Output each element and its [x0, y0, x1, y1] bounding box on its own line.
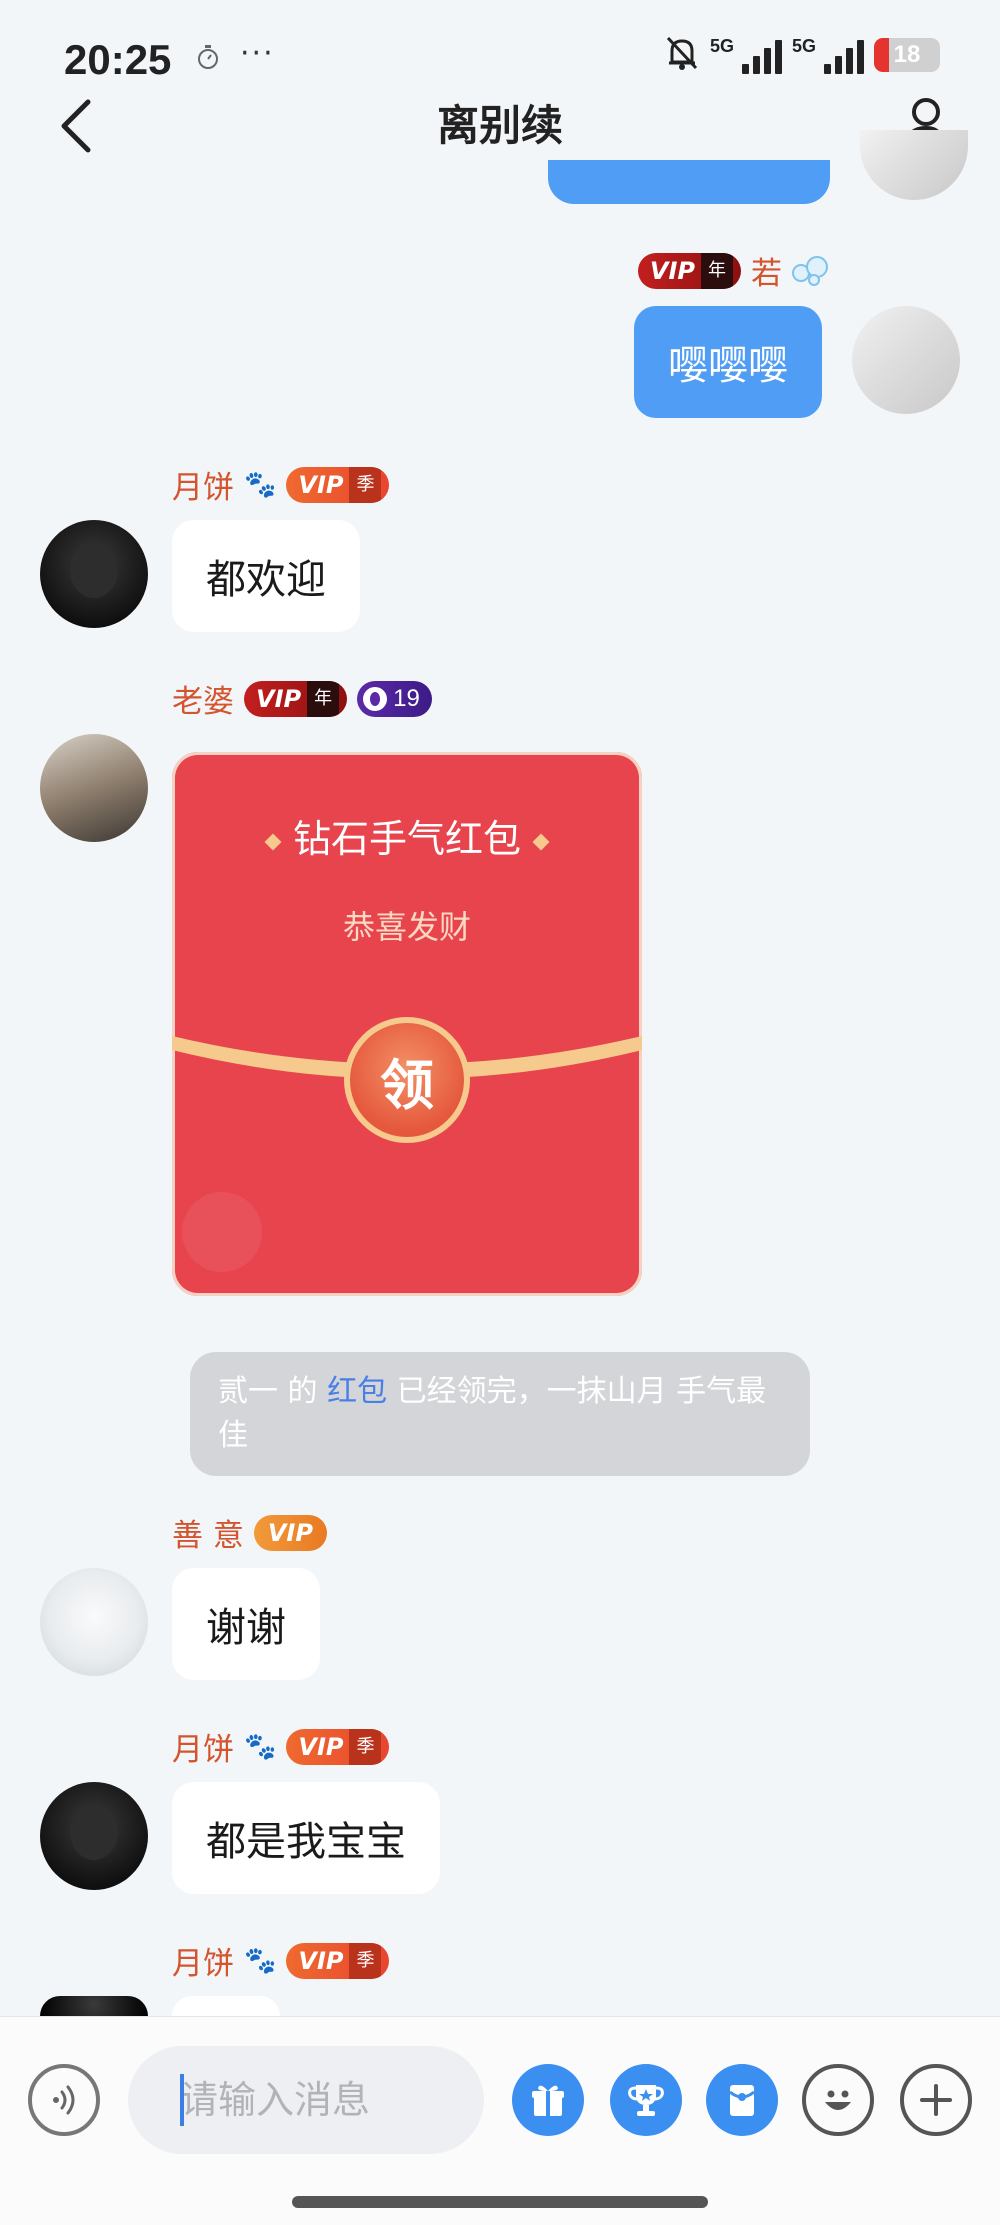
home-indicator[interactable]	[292, 2196, 708, 2208]
emoji-icon	[825, 2090, 851, 2110]
sender-name-row: 月饼 🐾 VIP 季	[172, 462, 390, 507]
vip-badge: VIP 季	[286, 1728, 390, 1765]
bubbles-icon	[792, 254, 830, 288]
chat-title: 离别续	[436, 101, 563, 150]
sender-name[interactable]: 月饼	[172, 1724, 234, 1769]
message-bubble[interactable]: 谢谢	[172, 1568, 320, 1680]
message-bubble[interactable]	[172, 1996, 280, 2016]
diamond-icon	[532, 833, 550, 850]
red-packet-icon	[729, 2085, 755, 2116]
vip-tier: 季	[349, 1728, 382, 1765]
red-packet-title-row: 钻石手气红包	[172, 808, 642, 863]
red-packet-card[interactable]: 钻石手气红包 恭喜发财 领	[172, 752, 642, 1296]
previous-message-bubble[interactable]	[548, 160, 830, 204]
trophy-button[interactable]	[610, 2064, 682, 2136]
avatar[interactable]	[40, 1996, 148, 2016]
status-time: 20:25	[64, 36, 172, 83]
system-notice: 贰一 的 红包 已经领完，一抹山月 手气最佳	[190, 1352, 810, 1476]
trophy-icon	[628, 2085, 664, 2116]
notice-text: 贰一 的	[218, 1374, 328, 1409]
paw-icon: 🐾	[244, 469, 277, 500]
more-dots-icon: ···	[240, 36, 275, 71]
red-packet-link[interactable]: 红包	[327, 1374, 387, 1409]
sender-name-row: VIP 年 若	[637, 248, 830, 293]
status-right-icons: 5G 5G 18	[664, 34, 940, 76]
vip-badge: VIP 季	[286, 466, 390, 503]
vip-tier: 年	[701, 252, 733, 289]
open-red-packet-button[interactable]: 领	[344, 1017, 470, 1143]
gift-button[interactable]	[512, 2064, 584, 2136]
sender-name-row: 月饼 🐾 VIP 季	[172, 1938, 390, 1983]
avatar[interactable]	[40, 734, 148, 842]
paw-icon: 🐾	[244, 1731, 277, 1762]
vip-badge: VIP 年	[637, 252, 741, 289]
network-label: 5G	[792, 36, 817, 56]
sender-name[interactable]: 月饼	[172, 1938, 234, 1983]
paw-icon: 🐾	[244, 1945, 277, 1976]
diamond-icon	[264, 833, 282, 850]
sender-name[interactable]: 善 意	[172, 1510, 244, 1555]
voice-icon	[53, 2085, 75, 2115]
network-label: 5G	[710, 36, 735, 56]
red-packet-subtitle: 恭喜发财	[342, 908, 471, 946]
red-packet-title: 钻石手气红包	[292, 817, 521, 861]
avatar[interactable]	[40, 520, 148, 628]
avatar[interactable]	[852, 306, 960, 414]
message-input[interactable]	[180, 2078, 484, 2122]
message-bubble[interactable]: 都是我宝宝	[172, 1782, 440, 1894]
avatar[interactable]	[40, 1782, 148, 1890]
battery-level: 18	[893, 41, 921, 68]
red-packet-decoration	[182, 1192, 262, 1272]
message-bubble[interactable]: 都欢迎	[172, 520, 360, 632]
level-badge: 19	[357, 680, 432, 717]
signal-5g-icon: 5G	[710, 36, 782, 74]
message-input-field[interactable]	[128, 2046, 484, 2154]
sender-name[interactable]: 月饼	[172, 462, 234, 507]
text-caret	[180, 2074, 184, 2126]
gem-icon	[363, 686, 388, 711]
sender-name-row: 老婆 VIP 年 19	[172, 676, 432, 721]
emoji-button[interactable]	[802, 2064, 874, 2136]
vip-badge: VIP	[253, 1514, 327, 1551]
avatar[interactable]	[860, 130, 968, 200]
vip-badge: VIP 季	[286, 1942, 390, 1979]
sender-name-row: 善 意 VIP	[172, 1510, 327, 1555]
voice-button[interactable]	[28, 2064, 100, 2136]
vip-tier: 年	[307, 680, 340, 717]
vip-tier: 季	[349, 466, 382, 503]
level-value: 19	[393, 684, 420, 712]
sender-name[interactable]: 若	[751, 248, 782, 293]
more-options-button[interactable]	[900, 2064, 972, 2136]
plus-icon	[920, 2084, 952, 2116]
avatar[interactable]	[40, 1568, 148, 1676]
signal-5g-icon: 5G	[792, 36, 864, 74]
message-bubble[interactable]: 嘤嘤嘤	[634, 306, 822, 418]
bell-muted-icon	[664, 34, 700, 76]
gift-icon	[532, 2085, 564, 2116]
battery-icon: 18	[874, 38, 940, 72]
sender-name[interactable]: 老婆	[172, 676, 234, 721]
vip-tier: 季	[349, 1942, 382, 1979]
red-packet-send-button[interactable]	[706, 2064, 778, 2136]
vip-badge: VIP 年	[244, 680, 348, 717]
sender-name-row: 月饼 🐾 VIP 季	[172, 1724, 390, 1769]
stopwatch-icon	[196, 44, 220, 76]
